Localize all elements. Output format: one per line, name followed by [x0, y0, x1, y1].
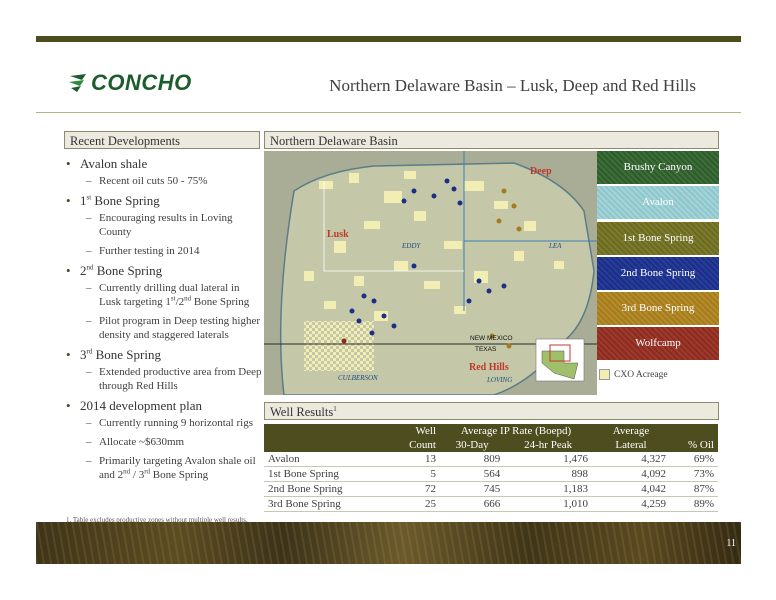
label-lea: LEA — [549, 242, 562, 250]
concho-logo: CONCHO — [68, 70, 192, 96]
cell-count: 5 — [382, 466, 440, 482]
cell-peak: 1,476 — [504, 452, 592, 467]
bullet-1st-bone-spring: 1st Bone Spring — [66, 193, 262, 208]
col-lateral: Lateral — [592, 438, 670, 452]
col-oil: % Oil — [670, 438, 718, 452]
cell-count: 13 — [382, 452, 440, 467]
col-count: Count — [382, 438, 440, 452]
legend-wolfcamp: Wolfcamp — [597, 327, 719, 361]
sub-bullet: Extended productive area from Deep throu… — [66, 365, 262, 393]
label-loving: LOVING — [487, 376, 513, 384]
cell-count: 25 — [382, 496, 440, 512]
label-deep: Deep — [530, 166, 552, 177]
page-title: Northern Delaware Basin – Lusk, Deep and… — [329, 76, 696, 95]
cell-zone: 2nd Bone Spring — [264, 481, 382, 497]
cell-lateral: 4,092 — [592, 466, 670, 482]
col-average: Average — [592, 424, 670, 438]
page-number: 11 — [726, 538, 736, 549]
cell-lateral: 4,042 — [592, 481, 670, 497]
label-culberson: CULBERSON — [338, 374, 378, 382]
label-eddy: EDDY — [402, 242, 421, 250]
sub-bullet: Further testing in 2014 — [66, 244, 262, 258]
sub-bullet: Currently running 9 horizontal rigs — [66, 416, 262, 430]
map-heading: Northern Delaware Basin — [264, 131, 719, 149]
cell-lateral: 4,327 — [592, 452, 670, 467]
cell-30day: 745 — [440, 481, 505, 497]
table-row: 3rd Bone Spring 25 666 1,010 4,259 89% — [264, 496, 718, 512]
cell-peak: 898 — [504, 466, 592, 482]
col-well: Well — [382, 424, 440, 438]
bullet-3rd-bone-spring: 3rd Bone Spring — [66, 347, 262, 362]
cxo-label: CXO Acreage — [614, 369, 668, 380]
cell-30day: 564 — [440, 466, 505, 482]
well-results-heading: Well Results1 — [264, 402, 719, 420]
legend-brushy-canyon: Brushy Canyon — [597, 151, 719, 184]
map-legend: Brushy Canyon Avalon 1st Bone Spring 2nd… — [597, 151, 719, 363]
table-row: Avalon 13 809 1,476 4,327 69% — [264, 452, 718, 467]
logo-text: CONCHO — [91, 70, 192, 95]
sub-bullet: Primarily targeting Avalon shale oil and… — [66, 454, 262, 482]
label-texas: TEXAS — [475, 346, 497, 353]
cell-zone: 1st Bone Spring — [264, 466, 382, 482]
sub-bullet: Pilot program in Deep testing higher den… — [66, 314, 262, 342]
cell-oil: 73% — [670, 466, 718, 482]
cell-lateral: 4,259 — [592, 496, 670, 512]
cxo-swatch — [599, 369, 610, 380]
col-avg-ip: Average IP Rate (Boepd) — [440, 424, 592, 438]
legend-1st-bone-spring: 1st Bone Spring — [597, 221, 719, 255]
cell-oil: 69% — [670, 452, 718, 467]
label-lusk: Lusk — [327, 229, 349, 240]
col-blank-3 — [264, 438, 382, 452]
legend-3rd-bone-spring: 3rd Bone Spring — [597, 292, 719, 326]
sub-bullet: Encouraging results in Loving County — [66, 211, 262, 239]
recent-developments-heading: Recent Developments — [64, 131, 260, 149]
basin-map: Deep Lusk Red Hills EDDY LEA CULBERSON L… — [264, 151, 597, 395]
title-divider — [36, 112, 741, 113]
label-red-hills: Red Hills — [469, 362, 509, 373]
concho-swoosh-icon — [69, 74, 86, 92]
table-row: 1st Bone Spring 5 564 898 4,092 73% — [264, 466, 718, 482]
cell-oil: 87% — [670, 481, 718, 497]
cell-zone: Avalon — [264, 452, 382, 467]
legend-2nd-bone-spring: 2nd Bone Spring — [597, 256, 719, 290]
sub-bullet: Recent oil cuts 50 - 75% — [66, 174, 262, 188]
cell-count: 72 — [382, 481, 440, 497]
table-row: 2nd Bone Spring 72 745 1,183 4,042 87% — [264, 481, 718, 497]
recent-developments-list: Avalon shale Recent oil cuts 50 - 75% 1s… — [66, 152, 262, 487]
footer-banner-image — [36, 522, 741, 564]
legend-cxo-acreage: CXO Acreage — [599, 369, 668, 380]
label-new-mexico: NEW MEXICO — [470, 335, 513, 342]
basin-map-graphic — [264, 151, 597, 395]
col-30day: 30-Day — [440, 438, 505, 452]
cell-30day: 809 — [440, 452, 505, 467]
sub-bullet: Currently drilling dual lateral in Lusk … — [66, 281, 262, 309]
bullet-avalon: Avalon shale — [66, 156, 262, 171]
cell-30day: 666 — [440, 496, 505, 512]
top-bar — [36, 36, 741, 42]
legend-avalon: Avalon — [597, 186, 719, 220]
col-blank — [264, 424, 382, 438]
bullet-2014-plan: 2014 development plan — [66, 398, 262, 413]
col-24hr-peak: 24-hr Peak — [504, 438, 592, 452]
cell-peak: 1,010 — [504, 496, 592, 512]
bullet-2nd-bone-spring: 2nd Bone Spring — [66, 263, 262, 278]
sub-bullet: Allocate ~$630mm — [66, 435, 262, 449]
cell-peak: 1,183 — [504, 481, 592, 497]
well-results-table: Well Average IP Rate (Boepd) Average Cou… — [264, 424, 718, 512]
cell-oil: 89% — [670, 496, 718, 512]
col-blank-2 — [670, 424, 718, 438]
cell-zone: 3rd Bone Spring — [264, 496, 382, 512]
